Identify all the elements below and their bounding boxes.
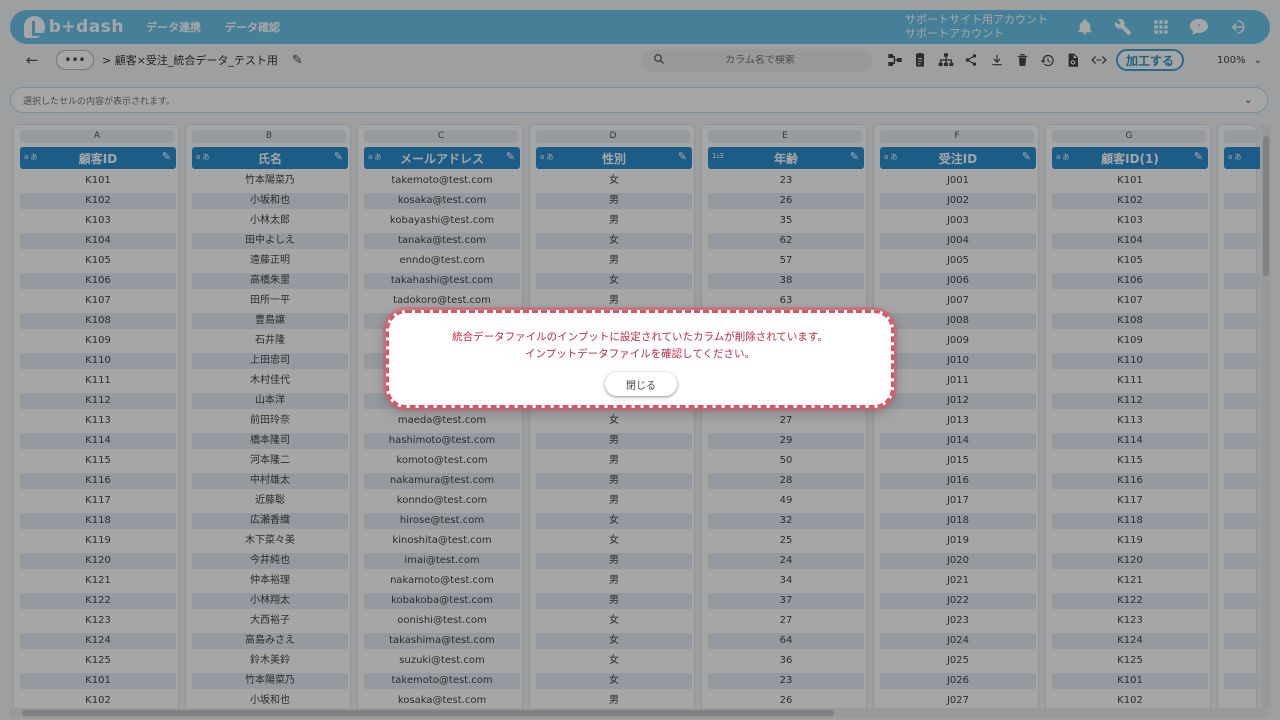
dialog-message-line1: 統合データファイルのインプットに設定されていたカラムが削除されています。 [452,331,828,343]
dialog-message-line2: インプットデータファイルを確認してください。 [524,348,756,360]
dialog-message: 統合データファイルのインプットに設定されていたカラムが削除されています。 インプ… [389,329,891,363]
dialog-close-button[interactable]: 閉じる [605,372,677,396]
error-dialog: 統合データファイルのインプットに設定されていたカラムが削除されています。 インプ… [386,310,894,408]
